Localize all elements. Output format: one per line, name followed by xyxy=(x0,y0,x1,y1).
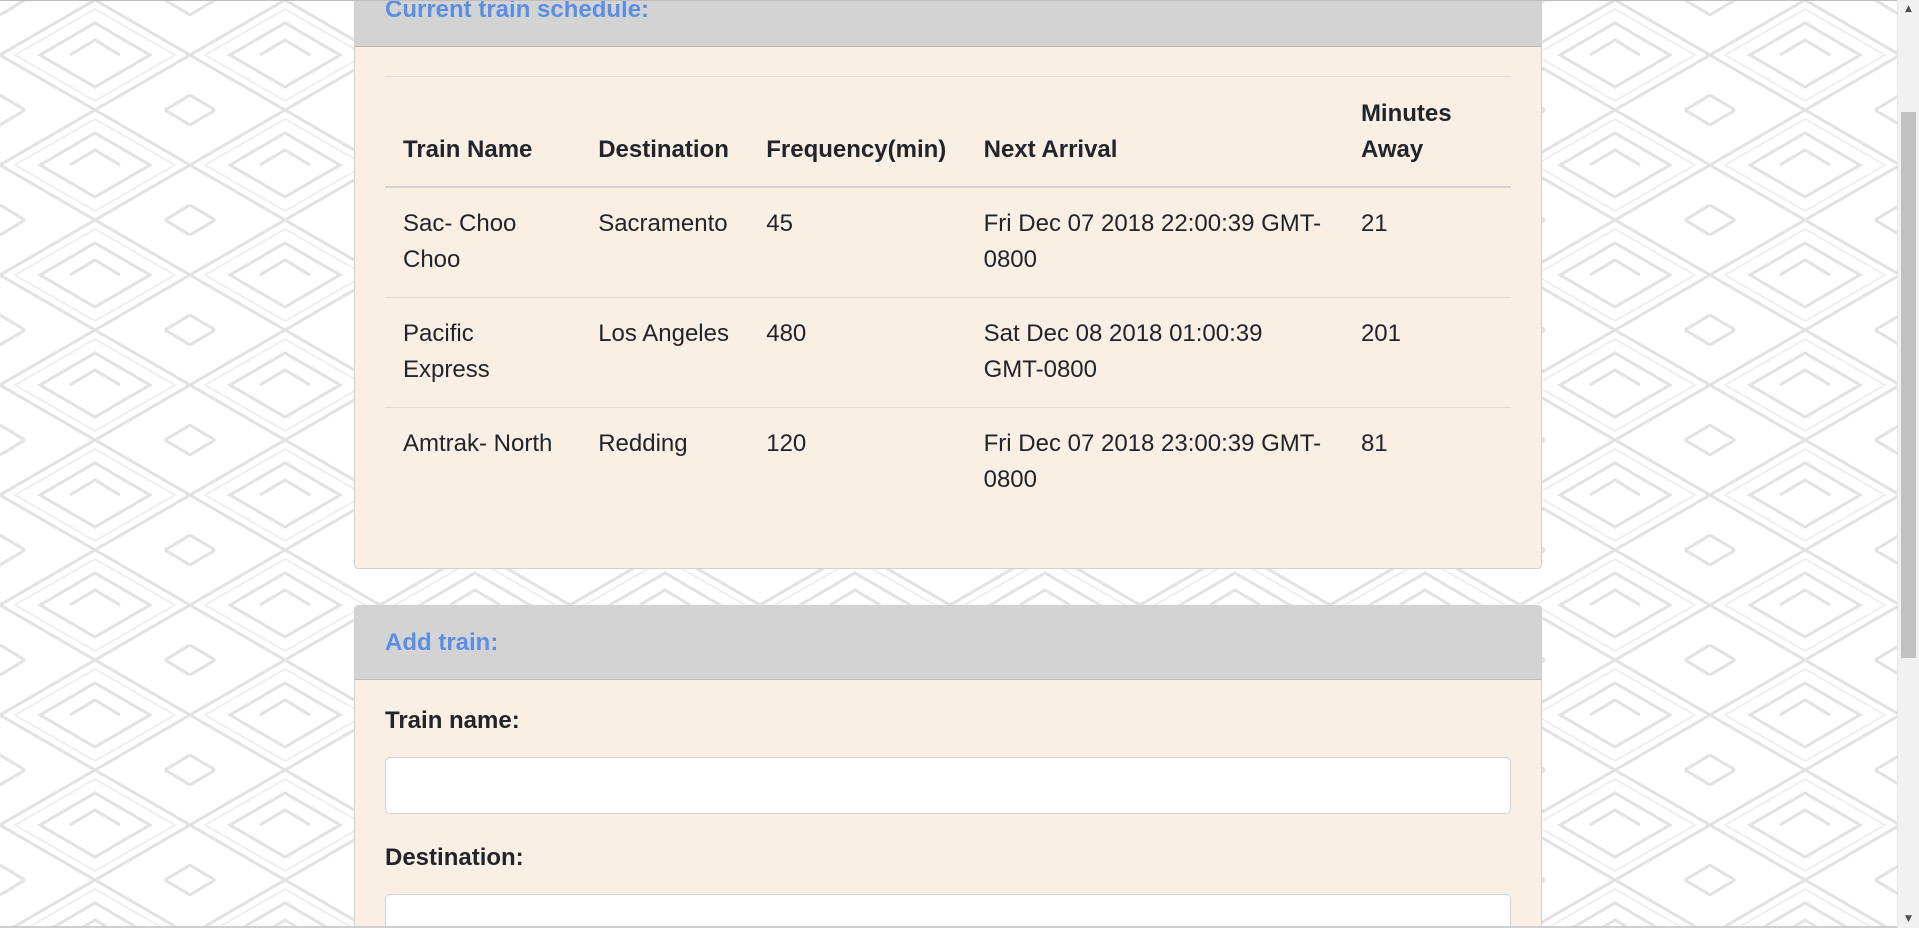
train-name-input[interactable] xyxy=(385,757,1511,814)
cell-frequency: 45 xyxy=(766,210,793,237)
cell-destination: Los Angeles xyxy=(598,320,729,347)
window-top-border xyxy=(0,0,1897,1)
train-schedule-card: Current train schedule: Train Name Desti… xyxy=(354,0,1542,569)
cell-destination: Redding xyxy=(598,430,688,457)
add-train-card: Add train: Train name: Destination: xyxy=(354,605,1542,928)
column-header-next-arrival: Next Arrival xyxy=(983,136,1118,163)
train-schedule-table-wrap: Train Name Destination Frequency(min) Ne… xyxy=(385,76,1511,517)
train-schedule-table: Train Name Destination Frequency(min) Ne… xyxy=(385,76,1511,517)
scroll-up-arrow-icon[interactable]: ▲ xyxy=(1898,0,1919,18)
table-body: Sac- Choo Choo Sacramento 45 Fri Dec 07 … xyxy=(385,187,1511,517)
cell-train-name: Sac- Choo Choo xyxy=(403,210,517,273)
column-header-train-name: Train Name xyxy=(403,136,533,163)
train-name-label: Train name: xyxy=(385,707,520,734)
add-train-header: Add train: xyxy=(355,606,1541,680)
cell-minutes-away: 201 xyxy=(1360,320,1401,347)
cell-train-name: Amtrak- North xyxy=(403,430,553,457)
cell-train-name: Pacific Express xyxy=(403,320,490,383)
cell-frequency: 480 xyxy=(766,320,807,347)
cell-minutes-away: 81 xyxy=(1360,430,1388,457)
scroll-down-arrow-icon[interactable]: ▼ xyxy=(1898,910,1919,928)
table-row: Pacific Express Los Angeles 480 Sat Dec … xyxy=(385,298,1511,408)
table-header-row: Train Name Destination Frequency(min) Ne… xyxy=(385,76,1511,187)
cell-next-arrival: Sat Dec 08 2018 01:00:39 GMT-0800 xyxy=(983,320,1263,383)
add-train-form: Train name: Destination: xyxy=(355,706,1541,928)
cell-next-arrival: Fri Dec 07 2018 23:00:39 GMT-0800 xyxy=(983,430,1322,493)
destination-input[interactable] xyxy=(385,894,1511,928)
cell-destination: Sacramento xyxy=(598,210,728,237)
table-row: Sac- Choo Choo Sacramento 45 Fri Dec 07 … xyxy=(385,187,1511,298)
column-header-frequency: Frequency(min) xyxy=(766,136,947,163)
destination-label: Destination: xyxy=(385,844,524,871)
vertical-scrollbar[interactable]: ▲ ▼ xyxy=(1897,0,1919,928)
column-header-destination: Destination xyxy=(598,136,729,163)
scrollbar-thumb[interactable] xyxy=(1901,112,1916,658)
table-head: Train Name Destination Frequency(min) Ne… xyxy=(385,76,1511,187)
cell-minutes-away: 21 xyxy=(1360,210,1388,237)
cell-next-arrival: Fri Dec 07 2018 22:00:39 GMT-0800 xyxy=(983,210,1322,273)
table-row: Amtrak- North Redding 120 Fri Dec 07 201… xyxy=(385,408,1511,518)
add-train-title: Add train: xyxy=(385,628,499,656)
column-header-minutes-away: Minutes Away xyxy=(1360,100,1452,163)
cell-frequency: 120 xyxy=(766,430,807,457)
train-schedule-title: Current train schedule: xyxy=(385,0,650,23)
train-schedule-header: Current train schedule: xyxy=(355,0,1541,47)
